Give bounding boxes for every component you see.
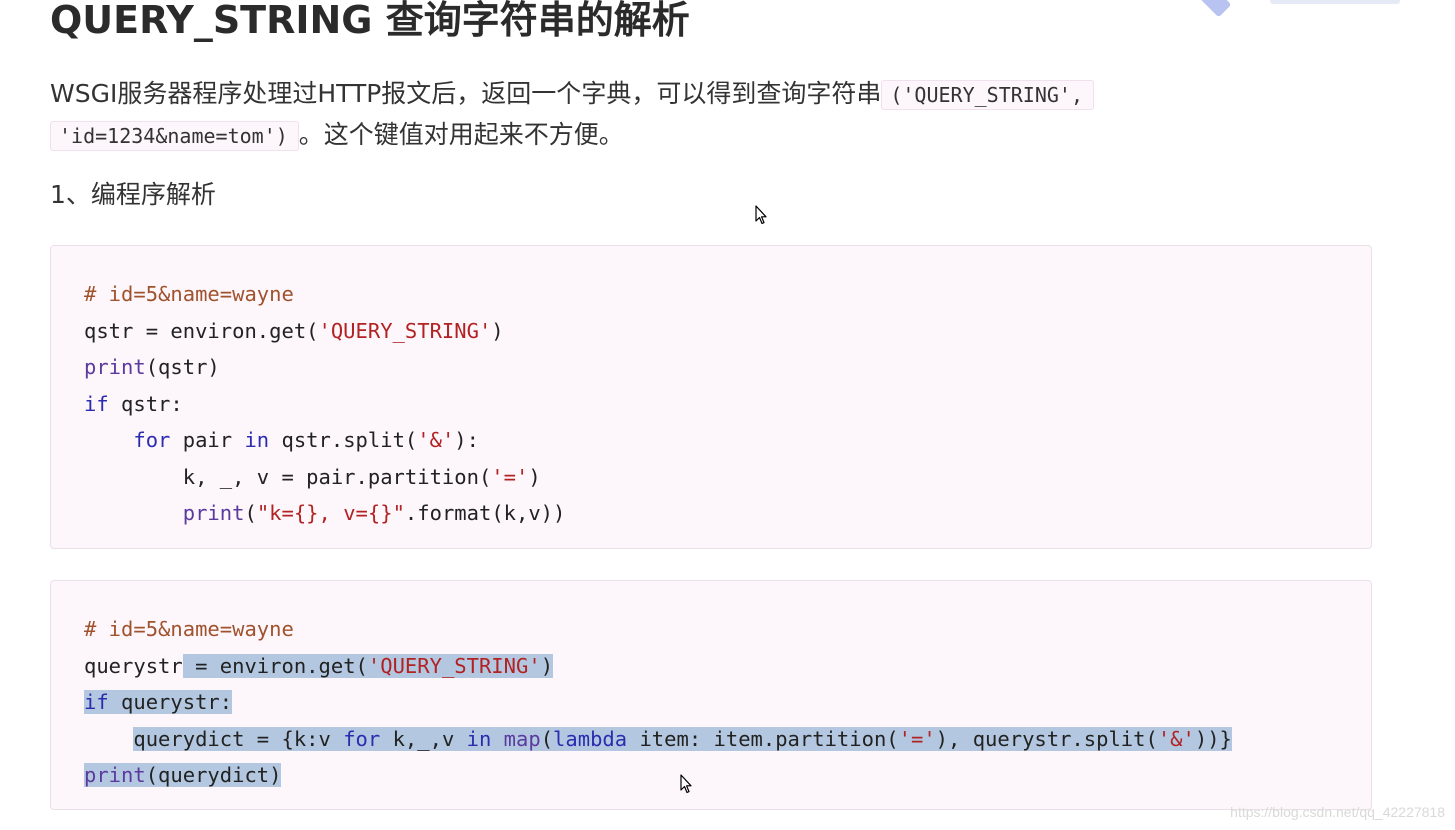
code-token: (qstr) — [145, 355, 220, 379]
code-token: qstr.split( — [269, 428, 418, 452]
intro-paragraph: WSGI服务器程序处理过HTTP报文后，返回一个字典，可以得到查询字符串 ('QU… — [50, 74, 1170, 156]
code-token: '=' — [898, 726, 936, 751]
code-token: .format(k,v)) — [404, 501, 566, 525]
code-token: querystr: — [108, 690, 233, 714]
code-token: lambda — [553, 726, 628, 751]
code-token: if — [84, 690, 109, 714]
code-token: qstr: — [108, 391, 183, 416]
inline-code-query-string: ('QUERY_STRING', — [881, 80, 1094, 110]
code-token: # id=5&name=wayne — [84, 282, 294, 306]
code-line: print("k={}, v={}".format(k,v)) — [84, 495, 1371, 532]
code-token: qstr = environ.get( — [84, 318, 319, 343]
intro-text: WSGI服务器程序处理过HTTP报文后，返回一个字典，可以得到查询字符串 — [50, 79, 882, 108]
code-token: # id=5&name=wayne — [84, 617, 294, 641]
code-token: pair — [170, 428, 245, 452]
code-line: print(qstr) — [84, 349, 1371, 386]
code-token: k, _, v = pair.partition( — [84, 464, 492, 489]
logo-text-bar — [1270, 0, 1400, 4]
code-token: 'QUERY_STRING' — [367, 653, 541, 678]
code-line: # id=5&name=wayne — [84, 611, 1371, 648]
code-token: querystr — [84, 653, 183, 678]
code-token: item: item.partition( — [627, 726, 899, 751]
code-token: print — [84, 355, 146, 379]
code-token: map — [503, 726, 541, 751]
code-line: for pair in qstr.split('&'): — [84, 422, 1371, 459]
code-line: if querystr: — [84, 684, 1371, 721]
code-token: "k={}, v={}" — [256, 501, 405, 525]
code-token: ), querystr.split( — [935, 726, 1158, 751]
code-line: # id=5&name=wayne — [84, 276, 1371, 313]
code-line: querystr = environ.get('QUERY_STRING') — [84, 648, 1371, 685]
code-token: ))} — [1194, 726, 1232, 751]
code-token: querydict = {k:v — [133, 726, 344, 751]
code-token: in — [466, 726, 492, 751]
code-line: k, _, v = pair.partition('=') — [84, 459, 1371, 496]
watermark: https://blog.csdn.net/qq_42227818 — [1230, 804, 1445, 820]
page-title: QUERY_STRING 查询字符串的解析 — [50, 0, 690, 42]
document-page: QUERY_STRING 查询字符串的解析 WSGI服务器程序处理过HTTP报文… — [0, 0, 1455, 830]
code-token: ) — [491, 318, 504, 343]
code-token: '=' — [491, 464, 529, 489]
section-heading: 1、编程序解析 — [50, 180, 216, 209]
code-block-parse-loop[interactable]: # id=5&name=wayne qstr = environ.get('QUE… — [50, 245, 1372, 549]
intro-text-end: 。这个键值对用起来不方便。 — [298, 120, 624, 149]
code-token: if — [84, 391, 109, 416]
code-token: 'QUERY_STRING' — [318, 318, 492, 343]
code-line: qstr = environ.get('QUERY_STRING') — [84, 313, 1371, 350]
code-token: for — [343, 726, 381, 751]
code-token: in — [244, 428, 270, 452]
code-token: ( — [244, 501, 257, 525]
code-line: if qstr: — [84, 386, 1371, 423]
inline-code-query-value: 'id=1234&name=tom') — [50, 121, 299, 151]
code-block-dict-comprehension[interactable]: # id=5&name=wayne querystr = environ.get(… — [50, 580, 1372, 810]
code-token: for — [133, 428, 171, 452]
code-line: print(querydict) — [84, 757, 1371, 794]
code-token: k,_,v — [380, 726, 467, 751]
code-token: print — [182, 501, 245, 525]
mouse-pointer-icon — [680, 774, 692, 794]
code-line: querydict = {k:v for k,_,v in map(lambda… — [84, 721, 1371, 758]
logo-icon — [1194, 0, 1232, 18]
mouse-pointer-icon — [755, 205, 767, 225]
code-token: '&' — [417, 428, 455, 452]
code-token: ) — [540, 653, 554, 678]
code-token: ) — [528, 464, 541, 489]
code-token — [491, 726, 504, 751]
code-token: '&' — [1157, 726, 1195, 751]
code-token: (querydict) — [145, 763, 282, 787]
code-token: ): — [454, 428, 479, 452]
code-token: = environ.get( — [182, 653, 368, 678]
code-token: ( — [540, 726, 554, 751]
code-token: print — [84, 763, 146, 787]
